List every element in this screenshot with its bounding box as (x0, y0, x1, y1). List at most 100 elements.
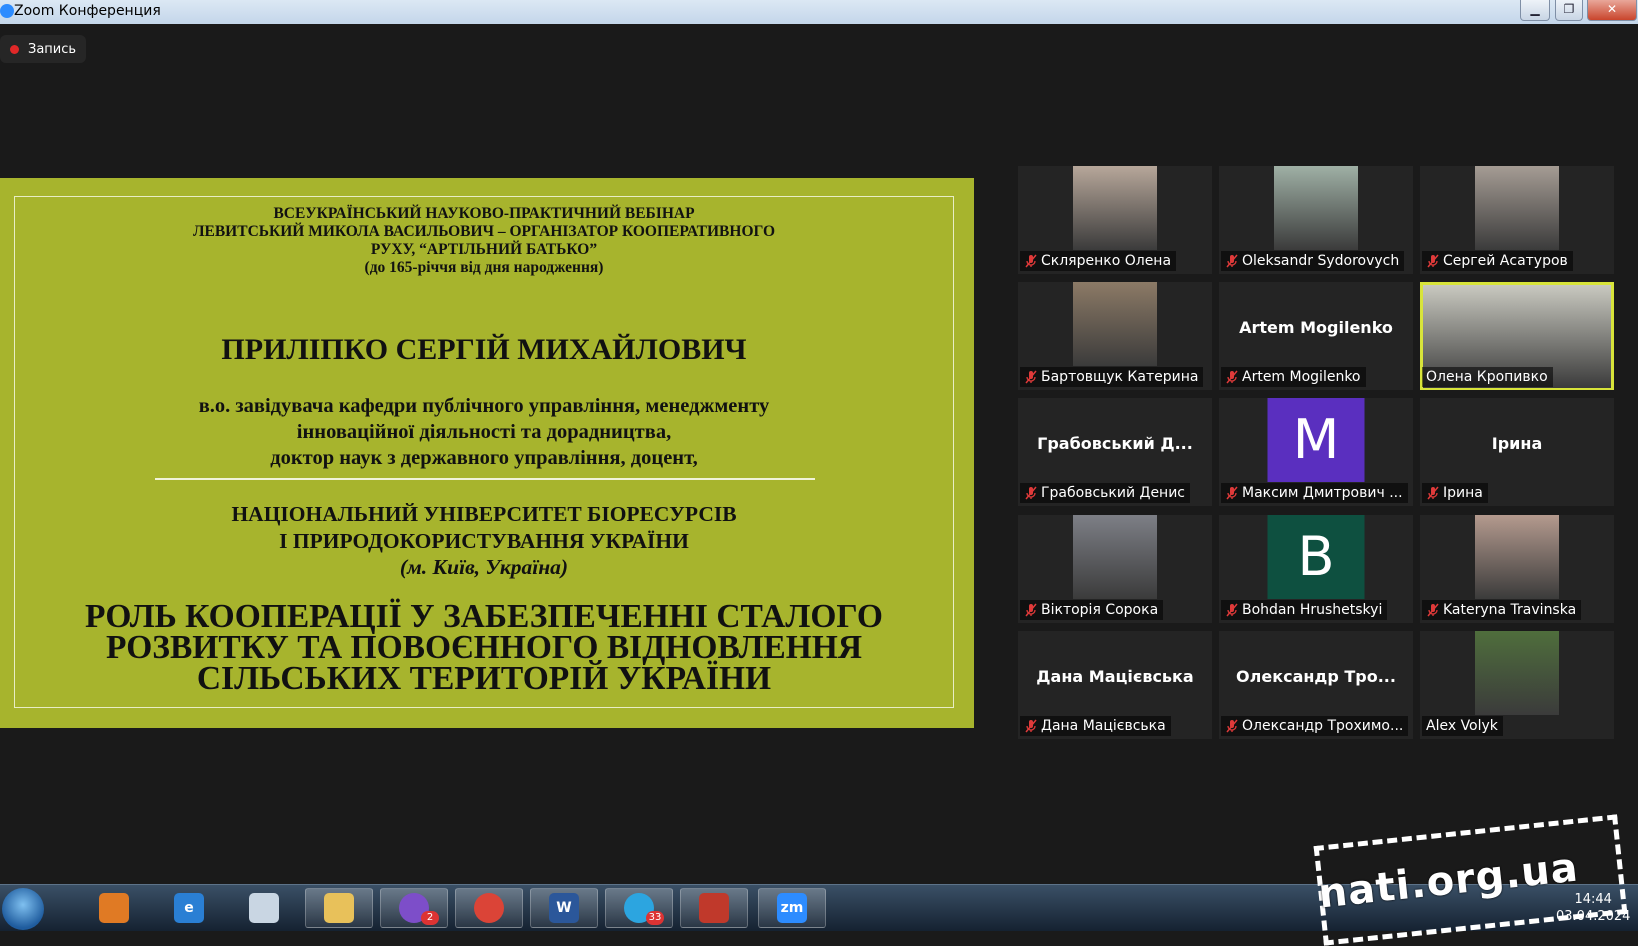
position-line: в.о. завідувача кафедри публічного управ… (198, 395, 770, 417)
taskbar-app-calculator[interactable] (230, 888, 298, 928)
divider-line (155, 478, 815, 480)
participant-name: Artem Mogilenko (1242, 369, 1361, 385)
participant-video (1274, 166, 1358, 250)
recording-indicator[interactable]: Запись (0, 35, 87, 63)
participant-tile[interactable]: Олена Кропивко (1420, 282, 1614, 390)
participant-name: Oleksandr Sydorovych (1242, 253, 1400, 269)
topic-line: СІЛЬСЬКИХ ТЕРИТОРІЙ УКРАЇНИ (196, 660, 772, 697)
participant-tile[interactable]: Ірина Ірина (1420, 398, 1614, 506)
participant-namebar: Олександр Трохимо... (1221, 716, 1409, 736)
participant-name: Максим Дмитрович ... (1242, 485, 1403, 501)
participant-video (1475, 631, 1559, 715)
chrome-icon (474, 893, 504, 923)
mic-muted-icon (1225, 603, 1239, 617)
participant-name: Грабовський Денис (1041, 485, 1186, 501)
floppy-icon (699, 893, 729, 923)
participant-tile[interactable]: Грабовський Д... Грабовський Денис (1018, 398, 1212, 506)
participant-name: Kateryna Travinska (1443, 602, 1577, 618)
participant-tile[interactable]: Олександр Тро... Олександр Трохимо... (1219, 631, 1413, 739)
maximize-button[interactable]: ❐ (1555, 0, 1583, 21)
participant-tile[interactable]: Скляренко Олена (1018, 166, 1212, 274)
participant-tile[interactable]: B Bohdan Hrushetskyi (1219, 515, 1413, 623)
taskbar-app-chrome[interactable] (455, 888, 523, 928)
topic-line: РОЗВИТКУ ТА ПОВОЄННОГО ВІДНОВЛЕННЯ (105, 629, 863, 666)
mic-muted-icon (1426, 486, 1440, 500)
participant-tile[interactable]: Вікторія Сорока (1018, 515, 1212, 623)
mic-muted-icon (1225, 486, 1239, 500)
participant-name: Ірина (1443, 485, 1483, 501)
participant-tile[interactable]: M Максим Дмитрович ... (1219, 398, 1413, 506)
participant-avatar: B (1267, 515, 1365, 599)
participant-tile[interactable]: Сергей Асатуров (1420, 166, 1614, 274)
participant-name: Олена Кропивко (1426, 369, 1548, 385)
mic-muted-icon (1225, 370, 1239, 384)
taskbar-app-explorer[interactable] (305, 888, 373, 928)
calculator-icon (249, 893, 279, 923)
participant-tile[interactable]: Artem Mogilenko Artem Mogilenko (1219, 282, 1413, 390)
participant-video (1073, 515, 1157, 599)
taskbar-app-media-player[interactable] (80, 888, 148, 928)
taskbar-app-telegram[interactable]: 33 (605, 888, 673, 928)
notification-badge: 2 (421, 911, 439, 925)
taskbar-app-word[interactable]: W (530, 888, 598, 928)
participant-tile[interactable]: Kateryna Travinska (1420, 515, 1614, 623)
participant-video (1073, 282, 1157, 366)
speaker-position: в.о. завідувача кафедри публічного управ… (15, 393, 953, 471)
mic-muted-icon (1225, 254, 1239, 268)
participant-namebar: Artem Mogilenko (1221, 367, 1366, 387)
participant-namebar: Bohdan Hrushetskyi (1221, 600, 1388, 620)
participant-display-name: Artem Mogilenko (1239, 318, 1393, 337)
speaker-name: ПРИЛІПКО СЕРГІЙ МИХАЙЛОВИЧ (221, 333, 747, 366)
participant-namebar: Alex Volyk (1422, 716, 1503, 736)
participant-namebar: Ірина (1422, 483, 1488, 503)
minimize-button[interactable]: ▁ (1520, 0, 1550, 21)
mic-muted-icon (1426, 254, 1440, 268)
taskbar-app-viber[interactable]: 2 (380, 888, 448, 928)
participant-display-name: Дана Мацієвська (1036, 667, 1194, 686)
close-button[interactable]: ✕ (1587, 0, 1637, 21)
mic-muted-icon (1024, 719, 1038, 733)
participant-display-name: Ірина (1491, 434, 1543, 453)
record-dot-icon (10, 44, 19, 54)
zoom-logo-icon (0, 4, 14, 18)
mic-muted-icon (1225, 719, 1239, 733)
city: (м. Київ, Україна) (399, 555, 569, 579)
participant-tile[interactable]: Alex Volyk (1420, 631, 1614, 739)
taskbar-app-ie[interactable]: e (155, 888, 223, 928)
taskbar-app-floppy[interactable] (680, 888, 748, 928)
participant-name: Олександр Трохимо... (1242, 718, 1404, 734)
slide-header-line: (до 165-річчя від дня народження) (364, 259, 604, 276)
topic-line: РОЛЬ КООПЕРАЦІЇ У ЗАБЕЗПЕЧЕННІ СТАЛОГО (85, 598, 883, 635)
window-title: Zoom Конференция (14, 3, 161, 19)
participant-display-name: Грабовський Д... (1037, 434, 1193, 453)
talk-topic: РОЛЬ КООПЕРАЦІЇ У ЗАБЕЗПЕЧЕННІ СТАЛОГО Р… (15, 598, 953, 697)
university-line: НАЦІОНАЛЬНИЙ УНІВЕРСИТЕТ БІОРЕСУРСІВ (231, 502, 737, 526)
participant-namebar: Максим Дмитрович ... (1221, 483, 1408, 503)
participant-namebar: Сергей Асатуров (1422, 251, 1573, 271)
participant-name: Alex Volyk (1426, 718, 1498, 734)
participant-video (1475, 166, 1559, 250)
participant-name: Bohdan Hrushetskyi (1242, 602, 1383, 618)
taskbar-app-zoom[interactable]: zm (758, 888, 826, 928)
participant-name: Дана Мацієвська (1041, 718, 1166, 734)
participant-namebar: Грабовський Денис (1020, 483, 1191, 503)
participant-namebar: Oleksandr Sydorovych (1221, 251, 1405, 271)
participant-name: Вікторія Сорока (1041, 602, 1159, 618)
participant-namebar: Скляренко Олена (1020, 251, 1177, 271)
participant-tile[interactable]: Дана Мацієвська Дана Мацієвська (1018, 631, 1212, 739)
position-line: доктор наук з державного управління, доц… (270, 447, 698, 469)
recording-label: Запись (28, 41, 77, 57)
participant-tile[interactable]: Oleksandr Sydorovych (1219, 166, 1413, 274)
participant-tile[interactable]: Бартовщук Катерина (1018, 282, 1212, 390)
position-line: інноваційної діяльності та дорадництва, (296, 421, 672, 443)
title-bar: Zoom Конференция ▁ ❐ ✕ (0, 0, 1638, 24)
participant-display-name: Олександр Тро... (1236, 667, 1396, 686)
slide-header-line: ЛЕВИТСЬКИЙ МИКОЛА ВАСИЛЬОВИЧ – ОРГАНІЗАТ… (192, 223, 776, 240)
start-button[interactable] (2, 888, 44, 930)
university-line: І ПРИРОДОКОРИСТУВАННЯ УКРАЇНИ (279, 529, 689, 553)
participant-name: Скляренко Олена (1041, 253, 1172, 269)
word-icon: W (549, 893, 579, 923)
participant-name: Бартовщук Катерина (1041, 369, 1199, 385)
participant-avatar: M (1267, 398, 1365, 482)
shared-screen-slide: ВСЕУКРАЇНСЬКИЙ НАУКОВО-ПРАКТИЧНИЙ ВЕБІНА… (0, 178, 974, 728)
